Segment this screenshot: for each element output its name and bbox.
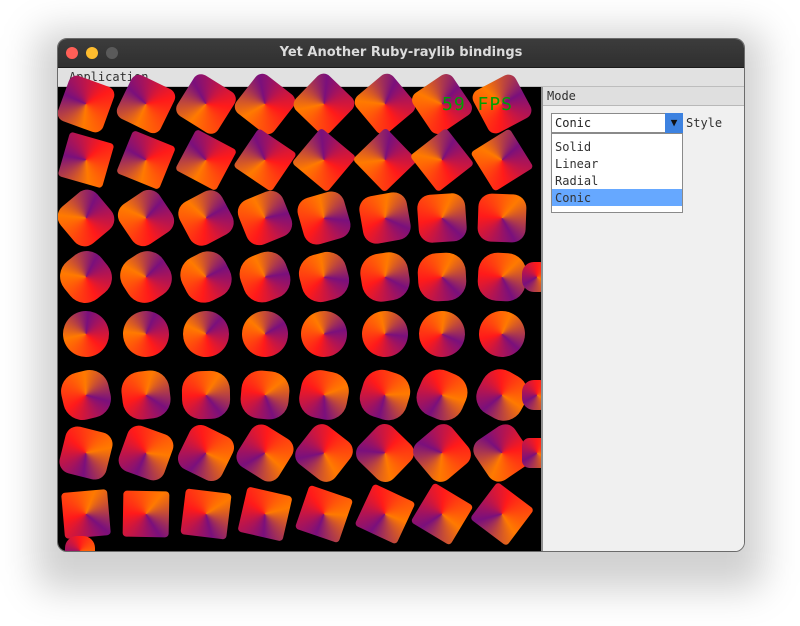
- gradient-shape: [409, 127, 475, 193]
- gradient-shape: [294, 247, 354, 307]
- gradient-shape: [410, 363, 474, 427]
- gradient-shape: [294, 188, 354, 248]
- option-radial[interactable]: Radial: [552, 172, 682, 189]
- gradient-shape: [233, 128, 297, 192]
- style-label: Style: [686, 116, 723, 130]
- gradient-shape: [58, 131, 115, 189]
- gradient-shape: [174, 128, 238, 192]
- title-bar: Yet Another Ruby-raylib bindings: [58, 39, 744, 68]
- gradient-shape: [357, 249, 413, 305]
- gradient-shape: [233, 245, 297, 309]
- gradient-shape: [354, 483, 416, 545]
- gradient-shape: [415, 307, 469, 361]
- gradient-shape: [477, 193, 527, 243]
- gradient-shape: [112, 243, 180, 311]
- gradient-shape: [356, 305, 414, 363]
- gradient-shape: [119, 368, 173, 422]
- gradient-shape: [58, 301, 119, 367]
- style-dropdown: Solid Linear Radial Conic: [551, 133, 683, 213]
- style-combo[interactable]: Conic ▼: [551, 113, 683, 133]
- gradient-shape: [58, 243, 120, 311]
- gradient-shape: [237, 486, 293, 542]
- gradient-shape: [469, 481, 535, 547]
- gradient-shape: [416, 192, 468, 244]
- window-title: Yet Another Ruby-raylib bindings: [279, 45, 523, 60]
- gradient-shape: [58, 184, 120, 252]
- gradient-shape: [408, 419, 476, 487]
- gradient-shape: [173, 420, 239, 486]
- gradient-shape: [112, 184, 180, 252]
- gradient-shape: [122, 490, 170, 538]
- mode-panel: Mode Conic ▼ Style Solid Linear Radial C…: [541, 87, 744, 551]
- option-conic[interactable]: Conic: [552, 189, 682, 206]
- gradient-shape: [290, 419, 358, 487]
- gradient-shape: [65, 536, 95, 551]
- gradient-shape: [416, 251, 468, 303]
- gradient-shape: [357, 190, 413, 246]
- panel-title: Mode: [547, 89, 576, 103]
- gradient-shape: [355, 365, 415, 425]
- gradient-shape: [113, 301, 179, 367]
- gradient-shape: [351, 419, 419, 487]
- gradient-shape: [291, 127, 357, 193]
- render-viewport: 59 FPS: [58, 70, 552, 551]
- app-window: Yet Another Ruby-raylib bindings Applica…: [57, 38, 745, 552]
- gradient-shape: [115, 422, 177, 484]
- gradient-shape: [476, 251, 528, 303]
- gradient-shape: [180, 488, 232, 540]
- gradient-shape: [61, 489, 111, 539]
- gradient-shape: [174, 302, 238, 366]
- dropdown-arrow-icon[interactable]: ▼: [665, 113, 683, 133]
- panel-header: Mode: [543, 87, 744, 106]
- gradient-shape: [231, 419, 299, 487]
- gradient-shape: [352, 127, 418, 193]
- option-linear[interactable]: Linear: [552, 155, 682, 172]
- gradient-shape: [477, 309, 527, 359]
- gradient-shape: [470, 128, 534, 192]
- gradient-shape: [294, 484, 354, 544]
- gradient-shape: [58, 366, 115, 424]
- style-combo-value: Conic: [555, 116, 592, 130]
- gradient-shape: [116, 130, 176, 190]
- gradient-shape: [410, 482, 474, 546]
- gradient-shape: [295, 366, 353, 424]
- gradient-shape: [233, 186, 297, 250]
- gradient-shape: [294, 304, 354, 364]
- gradient-shape: [173, 185, 239, 251]
- gradient-shape: [181, 370, 231, 420]
- gradient-shape: [58, 423, 116, 483]
- gradient-shape: [173, 244, 239, 310]
- fps-counter: 59 FPS: [442, 94, 514, 115]
- option-solid[interactable]: Solid: [552, 138, 682, 155]
- gradient-shape: [238, 368, 292, 422]
- gradient-shape: [233, 302, 297, 366]
